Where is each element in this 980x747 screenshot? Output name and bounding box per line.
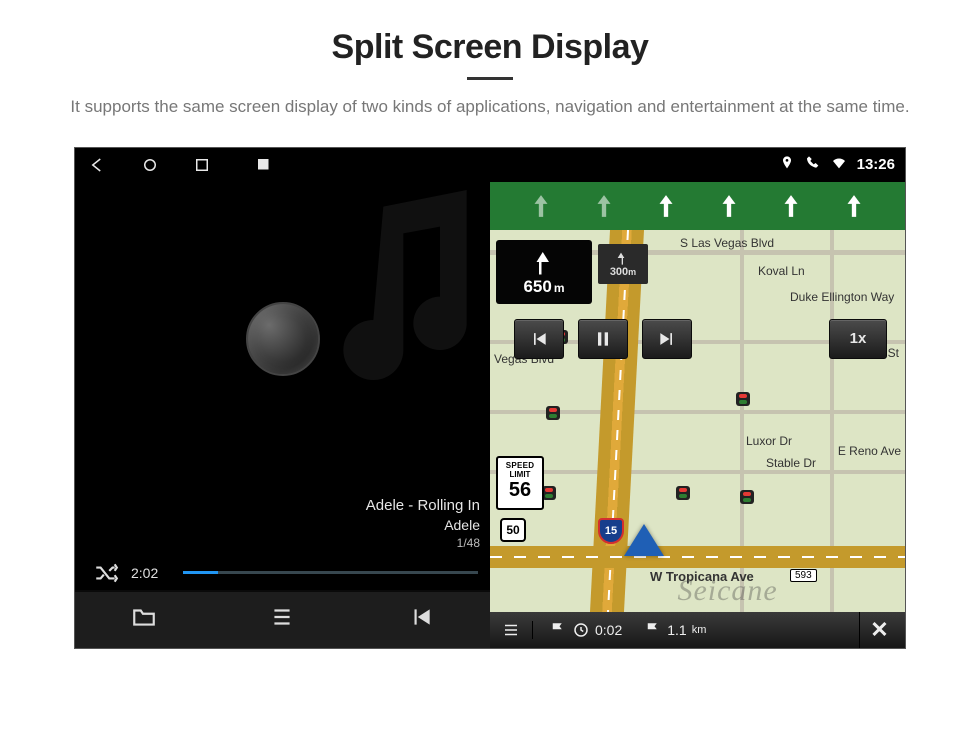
route-shield: 50 (500, 518, 526, 542)
nav-bottom-bar: 0:02 1.1 km ✕ (490, 612, 905, 648)
nav-close-button[interactable]: ✕ (859, 612, 899, 648)
sim-speed-button[interactable]: 1x (829, 319, 887, 359)
nav-cursor-icon (624, 524, 664, 556)
sim-prev-button[interactable] (514, 319, 564, 359)
turn-distance: 650 (523, 277, 551, 296)
lane-arrow-icon (716, 193, 742, 219)
lane-arrow-icon (591, 193, 617, 219)
track-title: Adele - Rolling In (75, 496, 480, 516)
lane-guidance (490, 182, 905, 230)
interstate-shield: 15 (598, 518, 624, 544)
folder-icon[interactable] (131, 604, 157, 635)
location-icon (779, 155, 795, 175)
speed-limit-label: LIMIT (498, 470, 542, 479)
album-art-area (75, 182, 490, 497)
remaining-distance: 1.1 (667, 622, 686, 638)
progress-bar[interactable] (183, 571, 478, 574)
turn-right-icon (615, 250, 631, 266)
turn-card: 650m 300m (496, 240, 592, 304)
map-label: Koval Ln (758, 264, 805, 278)
media-pane: Adele - Rolling In Adele 1/48 2:02 (75, 148, 490, 648)
flag-icon (549, 621, 567, 639)
eta-cell: 0:02 (543, 621, 628, 639)
sim-pause-button[interactable] (578, 319, 628, 359)
progress-row: 2:02 (75, 554, 490, 590)
track-index: 1/48 (75, 535, 480, 551)
lane-arrow-icon (653, 193, 679, 219)
lane-arrow-icon (841, 193, 867, 219)
sim-controls: 1x (514, 318, 887, 360)
home-icon[interactable] (141, 156, 159, 174)
turn-unit: m (554, 281, 565, 295)
joystick-control[interactable] (246, 302, 320, 376)
screenshot-icon[interactable] (255, 156, 273, 174)
elapsed-time: 2:02 (131, 565, 171, 581)
playlist-icon[interactable] (269, 604, 295, 635)
remaining-unit: km (692, 624, 707, 636)
next-turn-unit: m (628, 267, 636, 277)
android-nav-bar (75, 148, 490, 182)
phone-icon (805, 155, 821, 175)
sim-next-button[interactable] (642, 319, 692, 359)
traffic-light-icon (736, 392, 750, 406)
title-underline (467, 77, 513, 80)
clock-icon (572, 621, 590, 639)
music-note-icon (310, 190, 490, 390)
clock-time: 13:26 (857, 156, 895, 173)
lane-arrow-icon (778, 193, 804, 219)
wifi-icon (831, 155, 847, 175)
player-toolbar (75, 590, 490, 648)
map-street-main: W Tropicana Ave (650, 569, 754, 584)
page-title: Split Screen Display (0, 28, 980, 67)
previous-icon[interactable] (408, 604, 434, 635)
back-icon[interactable] (89, 156, 107, 174)
shuffle-icon[interactable] (93, 560, 119, 586)
nav-menu-button[interactable] (496, 621, 533, 639)
traffic-light-icon (542, 486, 556, 500)
navigation-pane: 13:26 S Las Vegas Blvd Koval Ln Duke Ell… (490, 148, 905, 648)
speed-limit-label: SPEED (498, 461, 542, 470)
turn-left-icon (529, 247, 559, 277)
page-subtitle: It supports the same screen display of t… (40, 94, 940, 120)
distance-cell: 1.1 km (638, 621, 712, 639)
speed-limit-value: 56 (498, 479, 542, 501)
eta-time: 0:02 (595, 622, 622, 638)
map-label: S Las Vegas Blvd (680, 236, 774, 250)
recents-icon[interactable] (193, 156, 211, 174)
traffic-light-icon (546, 406, 560, 420)
traffic-light-icon (676, 486, 690, 500)
split-screen-device: Adele - Rolling In Adele 1/48 2:02 (75, 148, 905, 648)
track-artist: Adele (75, 516, 480, 535)
track-metadata: Adele - Rolling In Adele 1/48 (75, 496, 490, 553)
exit-number: 593 (790, 569, 817, 582)
lane-arrow-icon (528, 193, 554, 219)
map-label: Stable Dr (766, 456, 816, 470)
traffic-light-icon (740, 490, 754, 504)
speed-limit-sign: SPEED LIMIT 56 (496, 456, 544, 510)
flag-icon (644, 621, 662, 639)
next-turn-distance: 300 (610, 266, 628, 278)
map-label: E Reno Ave (838, 444, 901, 458)
map-label: Duke Ellington Way (790, 290, 894, 304)
status-bar: 13:26 (490, 148, 905, 182)
map-label: Luxor Dr (746, 434, 792, 448)
next-turn-card: 300m (598, 244, 648, 284)
